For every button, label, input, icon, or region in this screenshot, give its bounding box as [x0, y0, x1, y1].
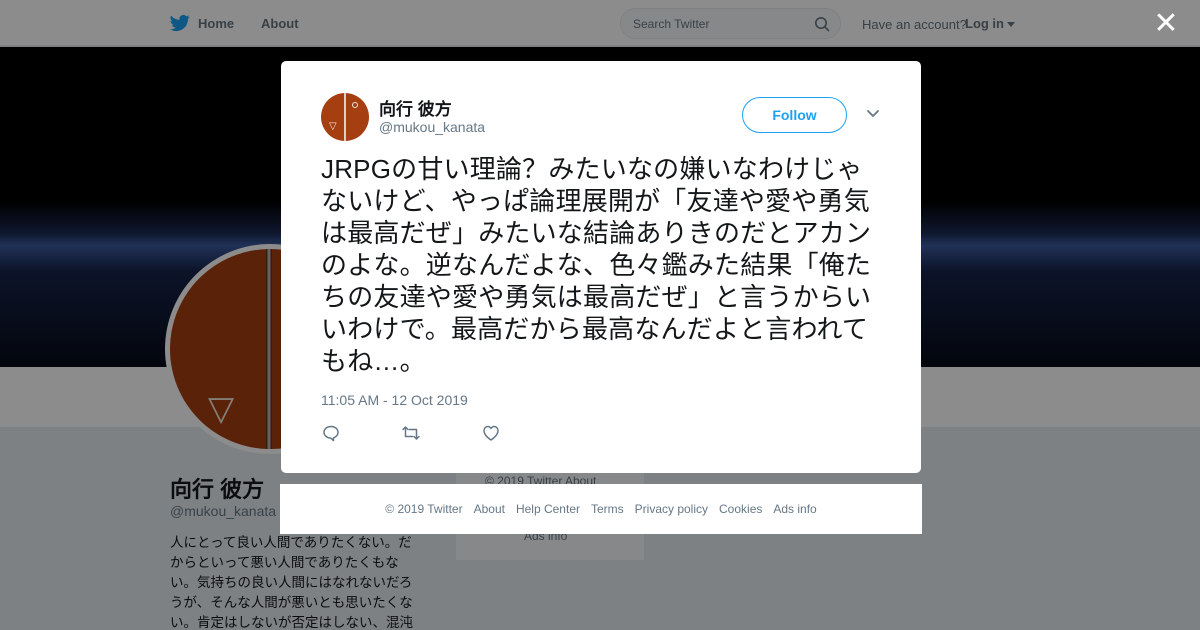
- tweet-author-avatar[interactable]: ▽: [321, 93, 369, 141]
- like-button[interactable]: [481, 423, 561, 443]
- modal-footer: © 2019 Twitter About Help Center Terms P…: [280, 484, 922, 534]
- tweet-text: JRPGの甘い理論？みたいなの嫌いなわけじゃないけど、やっぱ論理展開が「友達や愛…: [321, 154, 872, 376]
- footer-privacy-link[interactable]: Privacy policy: [635, 502, 708, 516]
- avatar-line-decoration: [344, 93, 346, 141]
- retweet-icon: [402, 426, 420, 440]
- footer-help-center-link[interactable]: Help Center: [516, 502, 580, 516]
- footer-about-link[interactable]: About: [474, 502, 505, 516]
- chevron-down-icon[interactable]: [866, 109, 880, 119]
- retweet-button[interactable]: [401, 423, 481, 443]
- footer-cookies-link[interactable]: Cookies: [719, 502, 762, 516]
- footer-ads-info-link[interactable]: Ads info: [773, 502, 816, 516]
- footer-terms-link[interactable]: Terms: [591, 502, 624, 516]
- like-icon: [483, 425, 499, 441]
- close-icon[interactable]: ✕: [1152, 9, 1180, 39]
- reply-button[interactable]: [321, 423, 401, 443]
- footer-copyright: © 2019 Twitter: [385, 502, 463, 516]
- avatar-circle-decoration: [352, 102, 358, 108]
- triangle-down-icon: ▽: [329, 121, 337, 132]
- follow-button[interactable]: Follow: [742, 97, 847, 133]
- tweet-author-handle[interactable]: @mukou_kanata: [379, 119, 485, 135]
- reply-icon: [323, 425, 339, 442]
- tweet-actions: [321, 423, 561, 443]
- tweet-modal: ▽ 向行 彼方 @mukou_kanata Follow JRPGの甘い理論？み…: [281, 61, 921, 473]
- tweet-author-name[interactable]: 向行 彼方: [379, 95, 452, 120]
- tweet-timestamp[interactable]: 11:05 AM - 12 Oct 2019: [321, 392, 468, 408]
